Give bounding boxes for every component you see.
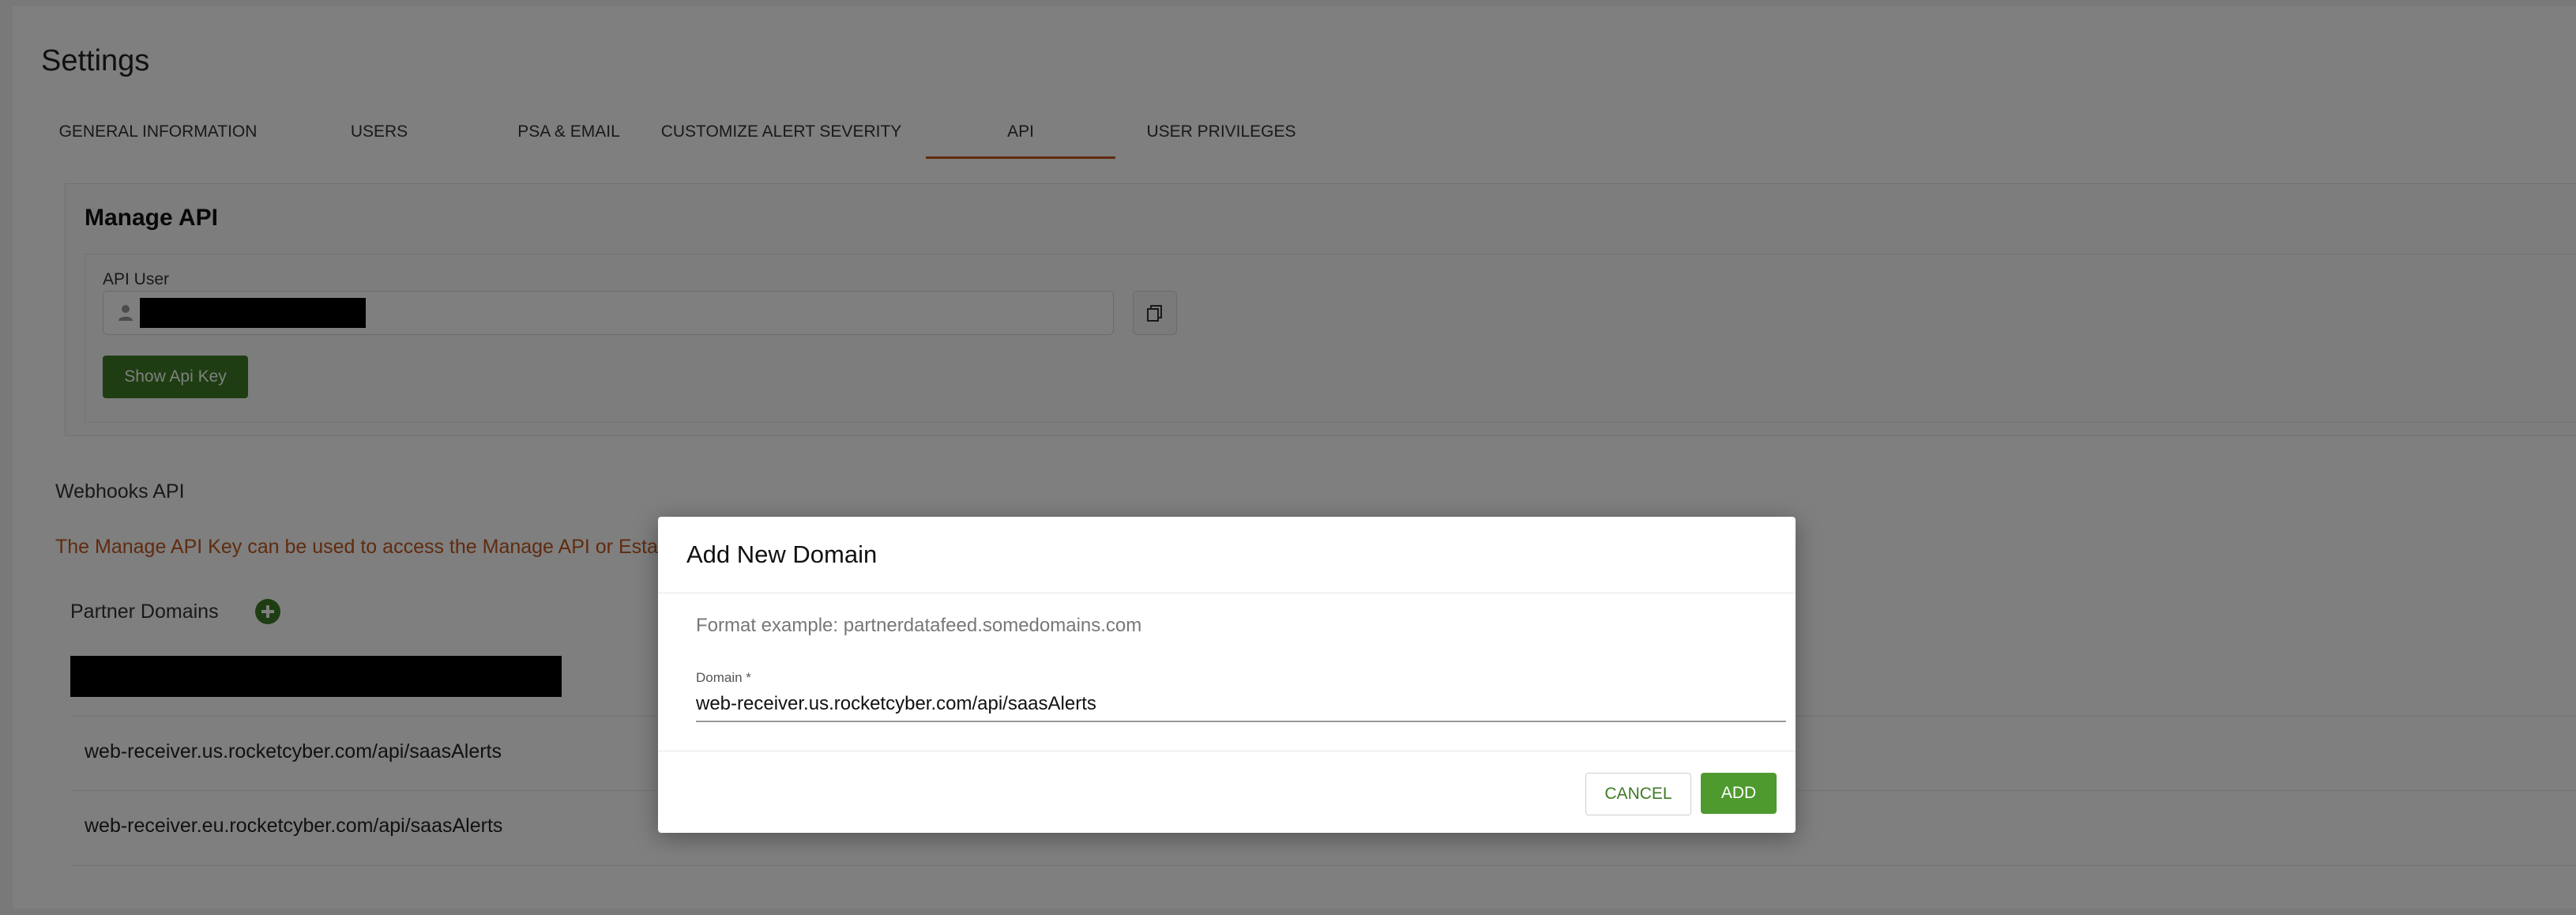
domain-field-label: Domain *	[696, 670, 751, 685]
add-button[interactable]: ADD	[1701, 773, 1777, 814]
domain-input[interactable]	[696, 687, 1786, 722]
dialog-title: Add New Domain	[686, 540, 878, 568]
format-example-text: Format example: partnerdatafeed.somedoma…	[696, 615, 1142, 636]
cancel-button[interactable]: CANCEL	[1585, 773, 1691, 815]
add-domain-dialog: Add New Domain Format example: partnerda…	[658, 517, 1796, 833]
